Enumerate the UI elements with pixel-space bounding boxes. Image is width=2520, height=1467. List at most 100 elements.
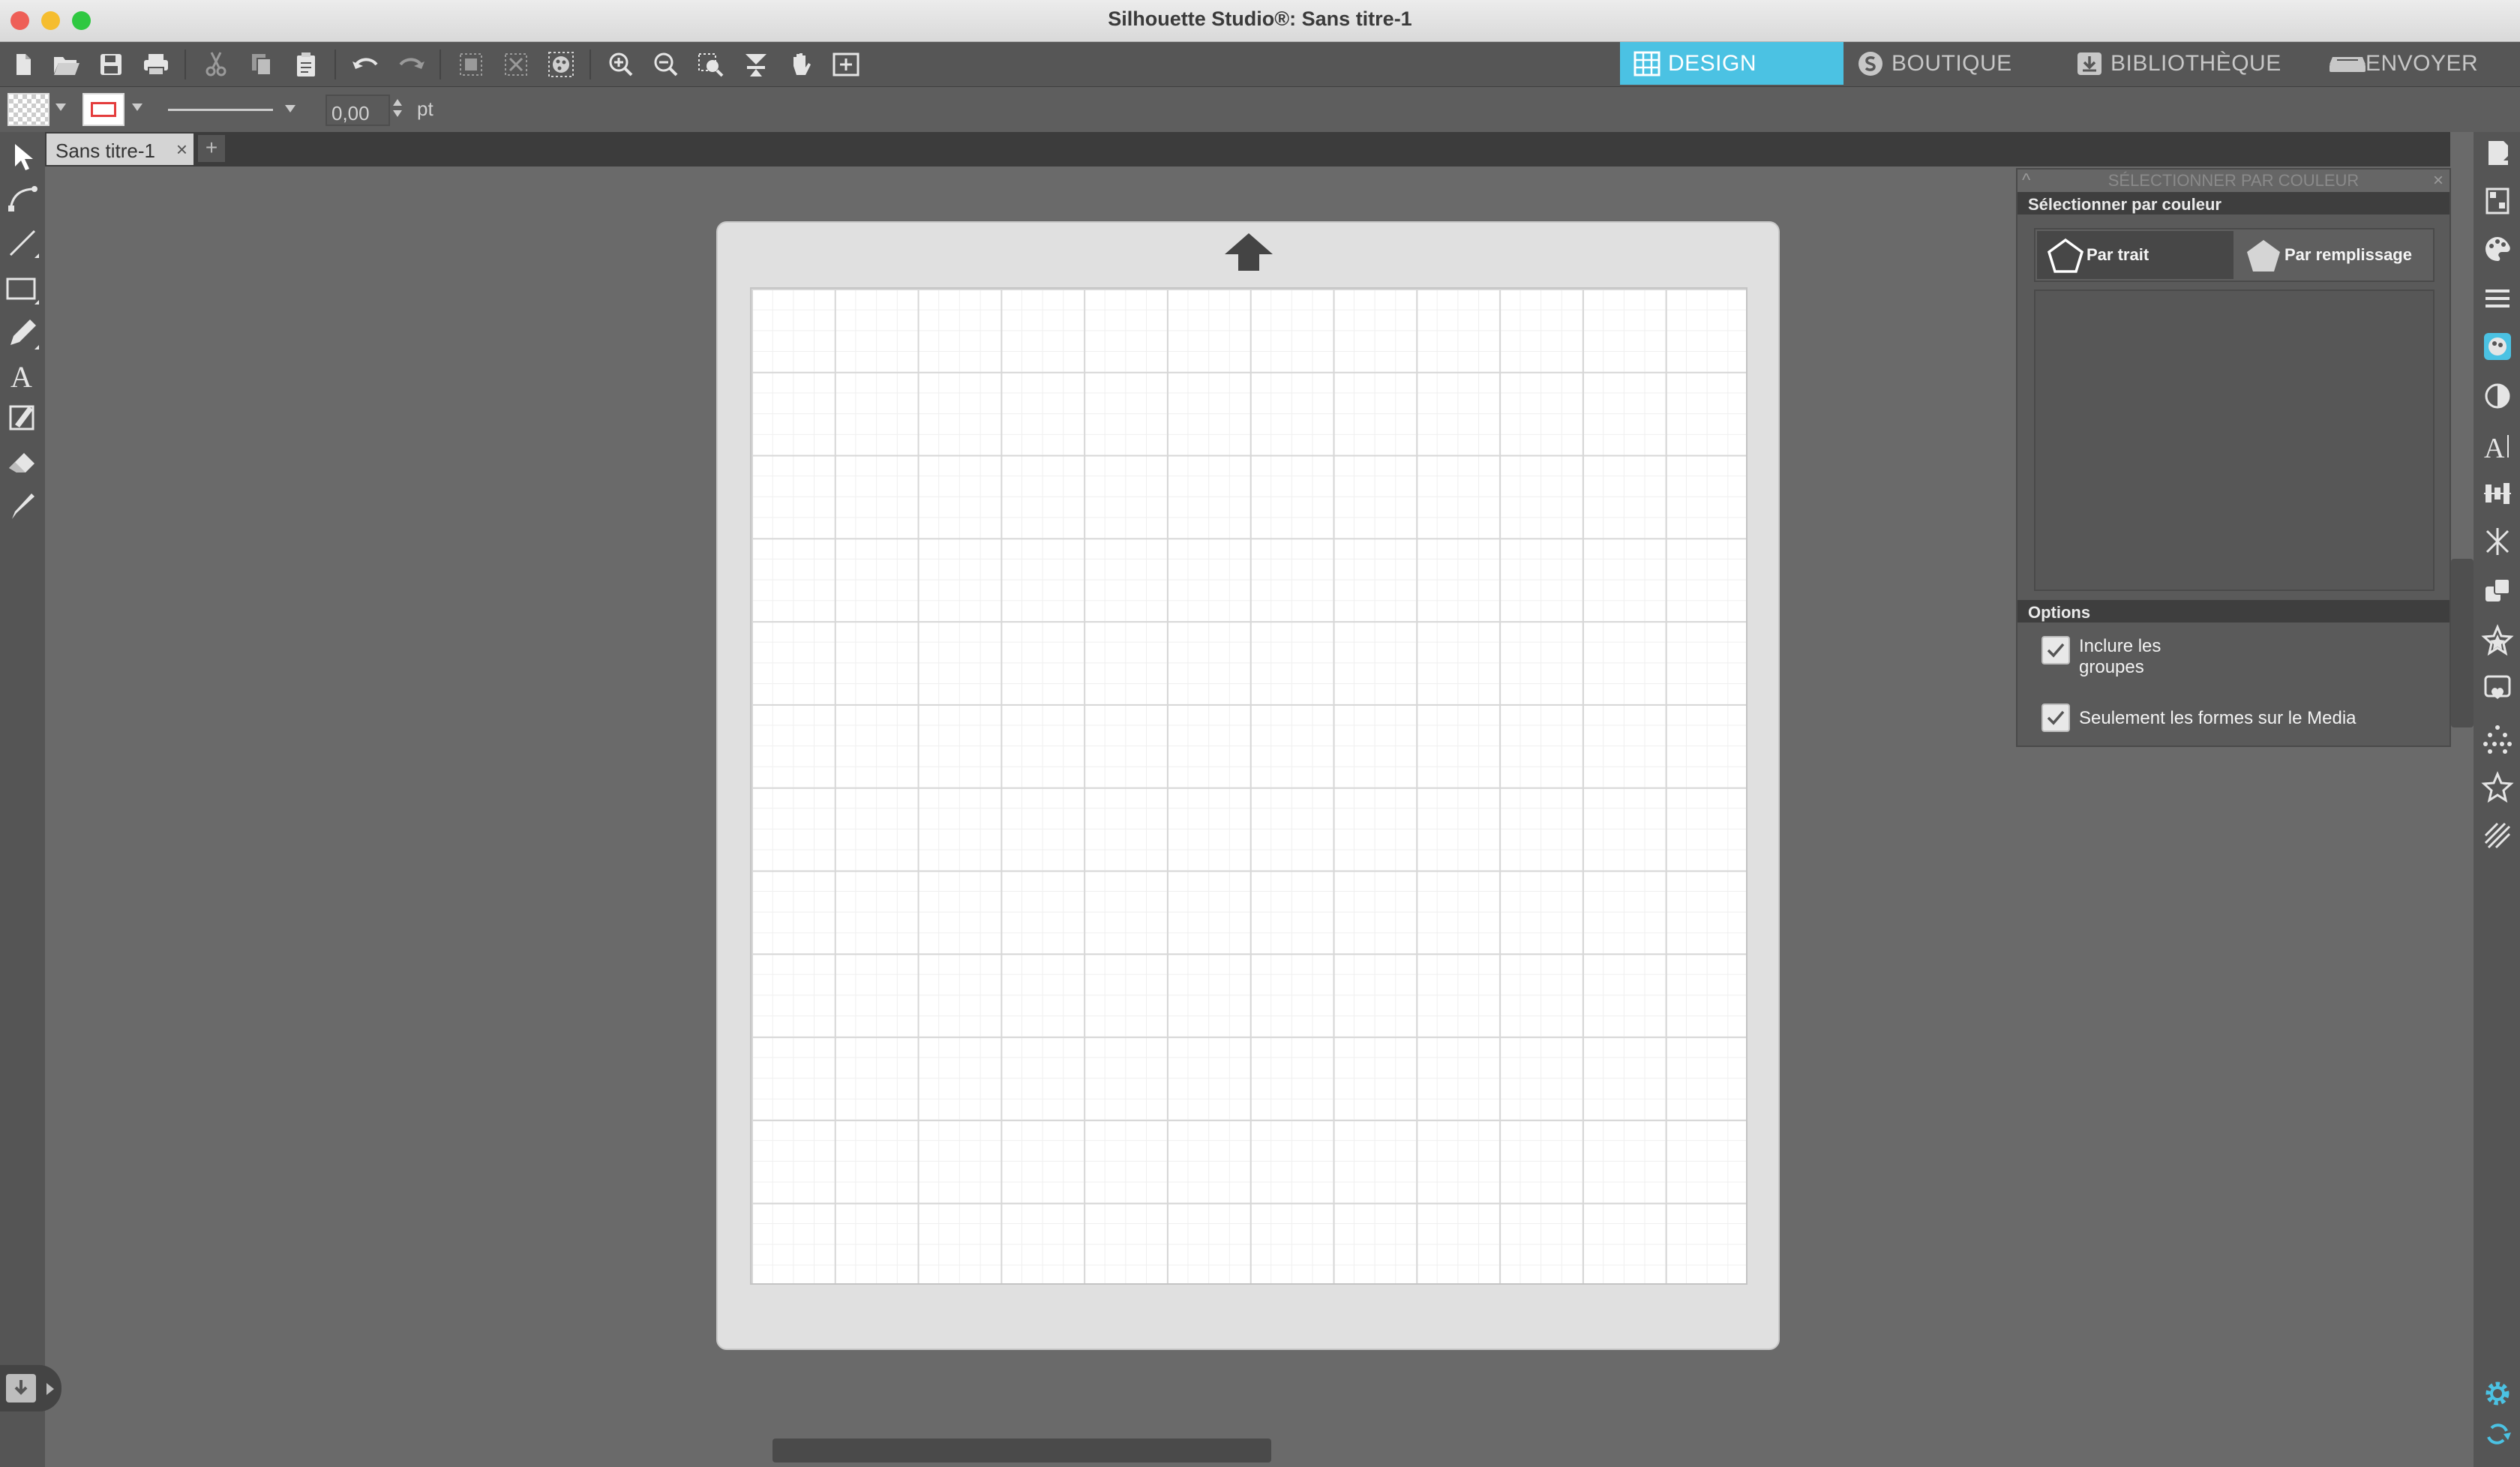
include-groups-option[interactable]: Inclure les groupes [2042,636,2161,678]
line-style-panel-icon[interactable] [2481,282,2514,315]
add-tab-button[interactable]: + [198,135,225,162]
toolbar-separator [440,50,441,80]
sync-icon[interactable] [2481,1418,2514,1450]
replicate-icon[interactable] [2481,574,2514,608]
zoom-in-icon[interactable] [604,50,638,80]
panel-close-icon[interactable]: × [2433,170,2444,192]
zoom-out-icon[interactable] [650,50,682,80]
add-page-icon[interactable] [830,50,862,80]
panel-collapse-icon[interactable]: ^ [2022,170,2030,192]
toolbar-separator [184,50,186,80]
open-folder-icon[interactable] [50,50,82,80]
fill-color-dropdown-icon[interactable] [56,104,66,111]
page-setup-icon[interactable] [2481,136,2514,170]
text-tool-icon[interactable]: A [4,357,40,393]
save-icon[interactable] [94,50,128,80]
tab-design-label: DESIGN [1668,50,1757,76]
by-fill-button[interactable]: Par remplissage [2235,231,2433,279]
fill-color-swatch[interactable] [8,93,50,126]
cut-icon[interactable] [200,50,232,80]
svg-text:A: A [10,360,32,393]
window-title: Silhouette Studio®: Sans titre-1 [1108,8,1412,30]
zoom-selection-icon[interactable] [694,50,728,80]
eraser-tool-icon[interactable] [4,444,40,480]
paste-icon[interactable] [290,50,322,80]
media-only-option[interactable]: Seulement les formes sur le Media [2042,704,2356,732]
horizontal-scrollbar[interactable] [772,1438,1271,1462]
by-stroke-label: Par trait [2086,245,2150,264]
select-by-color-icon[interactable] [544,50,578,80]
vertical-scrollbar[interactable] [2451,559,2474,728]
tab-design[interactable]: DESIGN [1620,42,1844,85]
copy-icon[interactable] [244,50,278,80]
media-only-checkbox[interactable] [2042,704,2070,732]
tab-bibliotheque[interactable]: BIBLIOTHÈQUE [2062,42,2318,85]
line-width-input[interactable]: 0,00 [326,94,390,126]
offset-icon[interactable] [2481,672,2514,705]
properties-bar: 0,00 pt [0,87,2520,132]
tab-bibliotheque-label: BIBLIOTHÈQUE [2110,50,2282,76]
trace-icon[interactable] [2481,722,2514,754]
new-document-icon[interactable] [6,50,39,80]
tab-envoyer[interactable]: ENVOYER [2318,42,2520,85]
knife-tool-icon[interactable] [4,488,40,524]
by-stroke-button[interactable]: Par trait [2037,231,2234,279]
stroke-color-dropdown-icon[interactable] [132,104,142,111]
select-by-color-panel-icon[interactable] [2481,330,2514,363]
favorites-star-icon[interactable] [2481,771,2514,804]
close-tab-icon[interactable]: × [176,138,188,161]
stroke-color-swatch[interactable] [82,93,124,126]
checkmark-icon [2047,710,2065,725]
main-toolbar: DESIGN BOUTIQUE BIBLIOTHÈQUE ENVOYER [0,42,2520,87]
color-list[interactable] [2034,290,2434,591]
pencil-tool-icon[interactable] [4,315,40,351]
group-icon[interactable] [454,50,488,80]
undo-icon[interactable] [350,50,382,80]
color-palette-icon[interactable] [2481,232,2514,266]
rectangle-tool-icon[interactable] [4,270,40,306]
download-library-icon [2076,51,2103,76]
align-icon[interactable] [2481,477,2514,510]
pan-hand-icon[interactable] [784,50,818,80]
toolbar-separator [590,50,591,80]
left-toolbar: A [0,132,45,1467]
fit-to-page-icon[interactable] [740,50,772,80]
pentagon-outline-icon [2047,238,2084,273]
library-drawer-toggle[interactable] [0,1365,62,1412]
tab-envoyer-label: ENVOYER [2366,50,2479,76]
expand-arrow-icon [46,1383,54,1395]
right-panel-toolbar: A [2474,132,2520,1467]
include-groups-checkbox[interactable] [2042,636,2070,664]
line-style-select[interactable] [160,94,303,124]
select-arrow-icon[interactable] [4,138,40,174]
checkmark-icon [2047,643,2065,658]
toolbar-separator [334,50,336,80]
text-style-icon[interactable]: A [2481,429,2514,462]
tab-boutique-label: BOUTIQUE [1892,50,2012,76]
settings-gear-icon[interactable] [2481,1377,2514,1410]
design-page-grid[interactable] [750,287,1748,1285]
panel-header: ^ SÉLECTIONNER PAR COULEUR × [2018,170,2450,192]
contrast-icon[interactable] [2481,380,2514,412]
title-bar: Silhouette Studio®: Sans titre-1 [0,0,2520,42]
by-fill-label: Par remplissage [2284,245,2412,264]
line-tool-icon[interactable] [4,225,40,261]
cutting-mat [716,221,1780,1350]
pentagon-filled-icon [2247,240,2280,272]
sketch-icon[interactable] [2481,819,2514,852]
transform-icon[interactable] [2481,525,2514,558]
redo-icon[interactable] [394,50,428,80]
ungroup-icon[interactable] [500,50,532,80]
modify-star-icon[interactable] [2481,624,2514,657]
include-groups-label-line1: Inclure les [2079,636,2162,656]
grid-icon [1634,51,1660,76]
svg-text:A: A [2484,433,2505,462]
registration-marks-icon[interactable] [2481,184,2514,218]
print-icon[interactable] [140,50,172,80]
document-tab[interactable]: Sans titre-1 × [46,134,194,165]
edit-points-icon[interactable] [4,180,40,216]
fill-panel-icon[interactable] [4,399,40,435]
tab-boutique[interactable]: BOUTIQUE [1844,42,2062,85]
drawer-download-icon [6,1374,36,1402]
line-width-stepper[interactable] [392,96,404,124]
